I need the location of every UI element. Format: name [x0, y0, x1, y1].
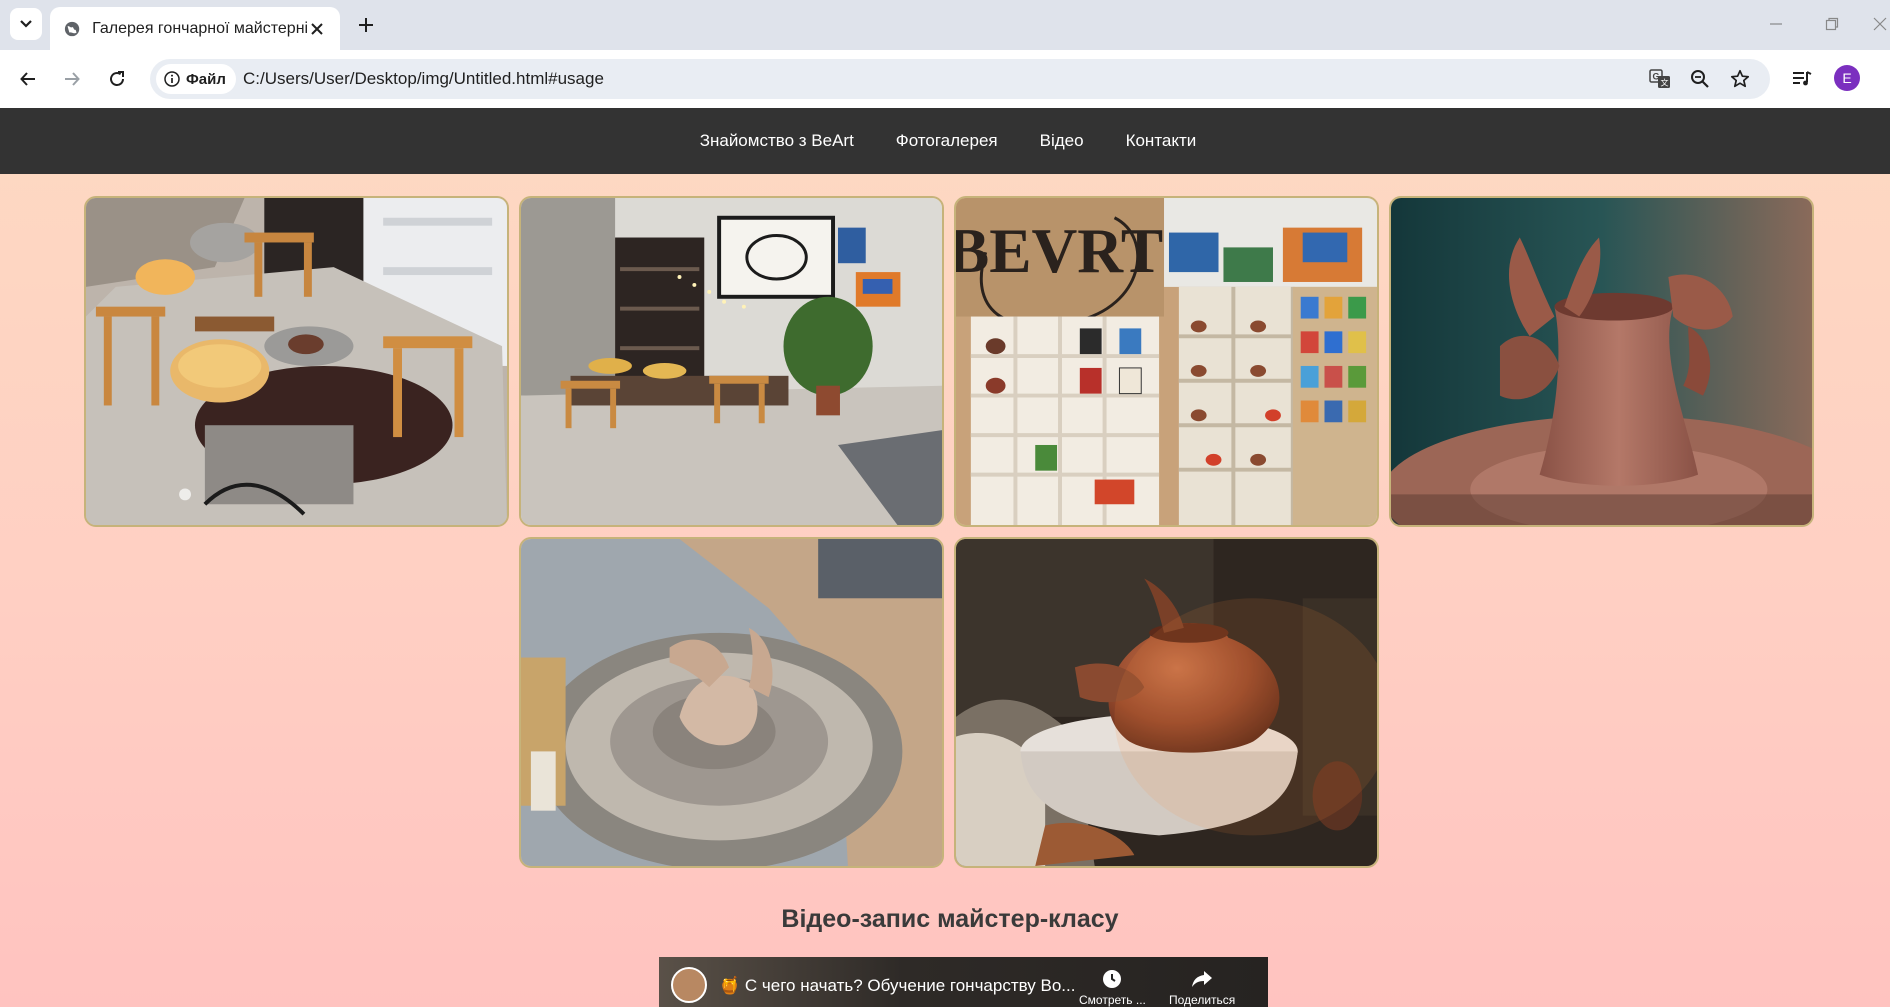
page-content: Знайомство з BeArt Фотогалерея Відео Кон…: [0, 108, 1890, 1007]
url-text[interactable]: C:/Users/User/Desktop/img/Untitled.html#…: [243, 69, 604, 89]
channel-avatar[interactable]: [671, 967, 707, 1003]
zoom-button[interactable]: [1687, 67, 1713, 91]
share-label: Поделиться: [1169, 993, 1236, 1007]
browser-toolbar: Файл C:/Users/User/Desktop/img/Untitled.…: [0, 50, 1890, 108]
playlist-icon: [1793, 71, 1812, 86]
reload-icon: [110, 71, 124, 86]
tab-title: Галерея гончарної майстерні: [92, 19, 309, 37]
close-icon: [311, 22, 323, 35]
pot-on-wheel-image: [956, 539, 1377, 866]
watch-later-label: Смотреть ...: [1079, 993, 1146, 1007]
video-embed[interactable]: 🍯 С чего начать? Обучение гончарству Во.…: [659, 957, 1268, 1007]
bookmark-button[interactable]: [1727, 67, 1753, 91]
media-controls-button[interactable]: [1786, 63, 1818, 95]
tab-search-button[interactable]: [10, 8, 42, 40]
site-navbar: Знайомство з BeArt Фотогалерея Відео Кон…: [0, 108, 1890, 174]
globe-icon: [64, 21, 80, 36]
browser-tab-strip: Галерея гончарної майстерні: [0, 0, 1890, 50]
translate-button[interactable]: G文: [1647, 67, 1673, 91]
new-tab-button[interactable]: [352, 11, 380, 39]
nav-link-gallery[interactable]: Фотогалерея: [896, 131, 998, 151]
close-icon: [1873, 17, 1887, 31]
minimize-icon: [1770, 23, 1782, 25]
security-label: Файл: [186, 70, 226, 88]
close-window-button[interactable]: [1866, 12, 1890, 36]
back-button[interactable]: [12, 63, 44, 95]
tab-close-button[interactable]: [308, 19, 326, 39]
centering-clay-image: [521, 539, 942, 866]
gallery-photo-studio-interior[interactable]: [519, 196, 944, 527]
shop-shelves-image: BEVRT: [956, 198, 1377, 525]
info-icon: [164, 71, 180, 87]
forward-button[interactable]: [56, 63, 88, 95]
nav-link-about[interactable]: Знайомство з BeArt: [700, 131, 854, 151]
share-icon: [1192, 971, 1213, 987]
video-section-heading: Відео-запис майстер-класу: [781, 905, 1119, 933]
nav-link-contacts[interactable]: Контакти: [1126, 131, 1197, 151]
arrow-left-icon: [20, 72, 35, 86]
plus-icon: [359, 18, 373, 32]
zoom-out-icon: [1691, 70, 1709, 88]
restore-icon: [1825, 17, 1839, 31]
reload-button[interactable]: [101, 63, 133, 95]
clock-icon: [1103, 970, 1122, 988]
watch-later-button[interactable]: Смотреть ...: [1079, 969, 1146, 1007]
gallery-photo-workshop-wheels[interactable]: [84, 196, 509, 527]
share-button[interactable]: Поделиться: [1169, 969, 1235, 1007]
translate-icon: G文: [1649, 69, 1670, 88]
bevrt-sign-text: BEVRT: [956, 216, 1163, 286]
gallery-photo-pot-on-wheel[interactable]: [954, 537, 1379, 868]
active-tab[interactable]: Галерея гончарної майстерні: [50, 7, 340, 50]
site-info-chip[interactable]: Файл: [156, 64, 236, 94]
gallery-photo-hands-shaping-vase[interactable]: [1389, 196, 1814, 527]
gallery-photo-shop-shelves[interactable]: BEVRT: [954, 196, 1379, 527]
address-bar[interactable]: Файл C:/Users/User/Desktop/img/Untitled.…: [150, 59, 1770, 99]
restore-button[interactable]: [1818, 12, 1846, 36]
studio-interior-image: [521, 198, 942, 525]
workshop-wheels-image: [86, 198, 507, 525]
star-icon: [1730, 69, 1750, 88]
video-title[interactable]: 🍯 С чего начать? Обучение гончарству Во.…: [719, 976, 1075, 996]
minimize-button[interactable]: [1762, 12, 1790, 36]
svg-text:文: 文: [1661, 78, 1669, 88]
hands-shaping-vase-image: [1391, 198, 1812, 525]
profile-avatar[interactable]: E: [1834, 65, 1860, 91]
arrow-right-icon: [65, 72, 80, 86]
gallery-photo-centering-clay[interactable]: [519, 537, 944, 868]
chevron-down-icon: [20, 20, 32, 28]
nav-link-video[interactable]: Відео: [1040, 131, 1084, 151]
